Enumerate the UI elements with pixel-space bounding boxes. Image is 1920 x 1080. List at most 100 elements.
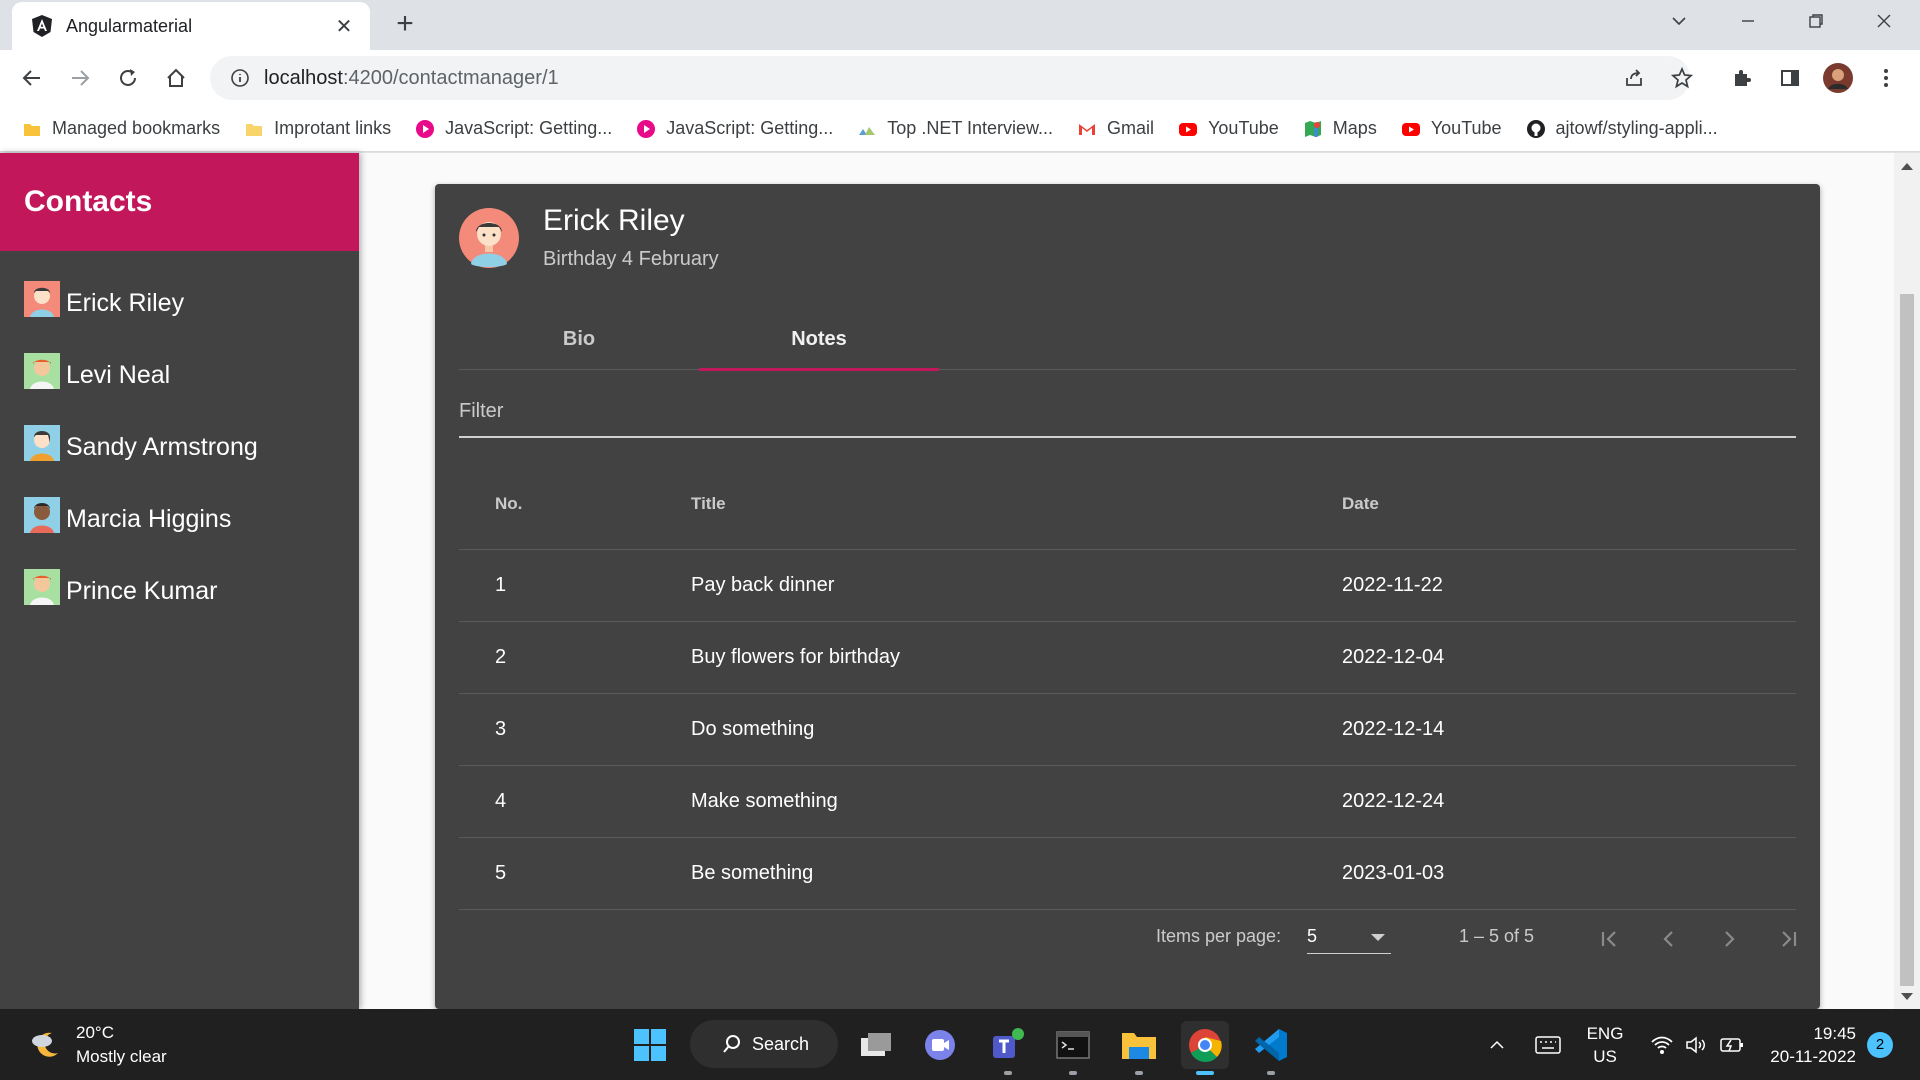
column-header-date[interactable]: Date	[1342, 494, 1796, 514]
wifi-icon[interactable]	[1648, 1021, 1676, 1069]
active-indicator	[1196, 1071, 1214, 1075]
youtube-icon	[1401, 122, 1420, 136]
bookmark-star-icon[interactable]	[1662, 58, 1702, 98]
battery-icon[interactable]	[1718, 1021, 1746, 1069]
contact-name: Prince Kumar	[66, 576, 218, 605]
minimize-icon[interactable]	[1720, 0, 1776, 42]
bookmark-item[interactable]: Maps	[1303, 118, 1377, 139]
tab-notes[interactable]: Notes	[699, 308, 939, 371]
address-bar[interactable]: localhost:4200/contactmanager/1	[210, 56, 1690, 100]
bookmark-item[interactable]: Improtant links	[244, 118, 391, 139]
cell-title: Pay back dinner	[691, 574, 835, 596]
contact-name: Sandy Armstrong	[66, 432, 258, 461]
bookmark-item[interactable]: Gmail	[1077, 118, 1154, 139]
bookmark-item[interactable]: Managed bookmarks	[22, 118, 220, 139]
last-page-icon[interactable]	[1765, 918, 1813, 960]
volume-icon[interactable]	[1683, 1021, 1711, 1069]
contact-item[interactable]: Marcia Higgins	[0, 483, 359, 555]
reload-icon[interactable]	[108, 58, 148, 98]
sidenav-title: Contacts	[24, 185, 153, 218]
contact-item[interactable]: Levi Neal	[0, 339, 359, 411]
tab-search-chevron-icon[interactable]	[1651, 0, 1707, 42]
forward-icon[interactable]	[60, 58, 100, 98]
bookmark-label: Top .NET Interview...	[887, 118, 1054, 138]
task-view-icon[interactable]	[852, 1021, 900, 1069]
chrome-taskbar-icon[interactable]	[1181, 1021, 1229, 1075]
bookmark-item[interactable]: YouTube	[1178, 118, 1279, 139]
show-hidden-icons-chevron-icon[interactable]	[1482, 1021, 1512, 1069]
pluralsight-icon	[416, 119, 435, 138]
contact-avatar-icon	[459, 208, 519, 268]
extensions-icon[interactable]	[1722, 58, 1762, 98]
column-header-title[interactable]: Title	[691, 494, 1342, 514]
next-page-icon[interactable]	[1705, 918, 1753, 960]
notification-badge[interactable]: 2	[1867, 1032, 1893, 1058]
bookmark-item[interactable]: JavaScript: Getting...	[415, 118, 612, 139]
close-window-icon[interactable]	[1856, 0, 1912, 42]
tab-group: Bio Notes	[459, 308, 1796, 371]
avatar-icon	[24, 281, 60, 317]
contact-title: Erick Riley	[543, 204, 685, 237]
clock[interactable]: 19:45 20-11-2022	[1762, 1022, 1856, 1068]
running-indicator	[1135, 1071, 1143, 1075]
running-indicator	[1069, 1071, 1077, 1075]
cell-date: 2023-01-03	[1342, 862, 1445, 884]
tab-bio[interactable]: Bio	[459, 308, 699, 370]
side-panel-icon[interactable]	[1770, 58, 1810, 98]
chat-app-icon[interactable]	[916, 1021, 964, 1069]
restore-icon[interactable]	[1788, 0, 1844, 42]
contact-name: Erick Riley	[66, 288, 185, 317]
table-row: 2 Buy flowers for birthday 2022-12-04	[459, 622, 1796, 694]
scroll-down-icon[interactable]	[1901, 993, 1913, 1000]
running-indicator	[1267, 1071, 1275, 1075]
cell-date: 2022-12-14	[1342, 718, 1445, 740]
previous-page-icon[interactable]	[1645, 918, 1693, 960]
profile-avatar[interactable]	[1818, 58, 1858, 98]
bookmark-label: Improtant links	[274, 118, 392, 138]
page-scrollbar[interactable]	[1894, 153, 1920, 1009]
scroll-up-icon[interactable]	[1901, 163, 1913, 170]
contact-item[interactable]: Prince Kumar	[0, 555, 359, 627]
back-icon[interactable]	[12, 58, 52, 98]
home-icon[interactable]	[156, 58, 196, 98]
page-size-select[interactable]: 5	[1307, 918, 1391, 954]
teams-icon[interactable]	[984, 1021, 1032, 1075]
bookmark-item[interactable]: JavaScript: Getting...	[636, 118, 833, 139]
cell-no: 1	[495, 574, 507, 596]
table-row: 3 Do something 2022-12-14	[459, 694, 1796, 766]
keyboard-icon[interactable]	[1524, 1021, 1572, 1069]
items-per-page-label: Items per page:	[1156, 926, 1282, 946]
first-page-icon[interactable]	[1585, 918, 1633, 960]
chrome-menu-icon[interactable]	[1866, 58, 1906, 98]
file-explorer-icon[interactable]	[1115, 1021, 1163, 1075]
maps-icon	[1304, 120, 1321, 137]
terminal-icon[interactable]	[1049, 1021, 1097, 1075]
browser-titlebar: Angularmaterial ✕ +	[0, 0, 1920, 50]
browser-toolbar: localhost:4200/contactmanager/1	[0, 50, 1920, 106]
site-info-icon[interactable]	[230, 68, 250, 88]
share-icon[interactable]	[1614, 58, 1654, 98]
taskbar-search[interactable]: Search	[690, 1020, 838, 1068]
youtube-icon	[1179, 122, 1198, 136]
new-tab-button[interactable]: +	[390, 8, 420, 42]
bookmark-item[interactable]: Top .NET Interview...	[857, 118, 1053, 139]
language-indicator[interactable]: ENG US	[1578, 1022, 1632, 1068]
web-page: Contacts Erick Riley Levi Neal Sandy Arm…	[0, 153, 1920, 1009]
start-button[interactable]	[626, 1021, 674, 1069]
contact-item[interactable]: Sandy Armstrong	[0, 411, 359, 483]
column-header-no[interactable]: No.	[459, 494, 691, 514]
cell-no: 4	[495, 790, 507, 812]
scroll-thumb[interactable]	[1900, 294, 1914, 986]
contact-item[interactable]: Erick Riley	[0, 267, 359, 339]
tab-close-icon[interactable]: ✕	[332, 14, 356, 39]
bookmark-item[interactable]: ajtowf/styling-appli...	[1526, 118, 1718, 139]
browser-tab[interactable]: Angularmaterial ✕	[12, 2, 370, 50]
vscode-icon[interactable]	[1247, 1021, 1295, 1075]
filter-input[interactable]	[459, 388, 1796, 434]
main-content: Erick Riley Birthday 4 February Bio Note…	[359, 153, 1894, 1009]
bookmark-item[interactable]: YouTube	[1401, 118, 1502, 139]
weather-widget[interactable]: 20°C Mostly clear	[28, 1021, 167, 1069]
site-icon	[859, 126, 876, 135]
moon-cloud-icon	[32, 1032, 58, 1057]
bookmark-label: Gmail	[1107, 118, 1155, 138]
